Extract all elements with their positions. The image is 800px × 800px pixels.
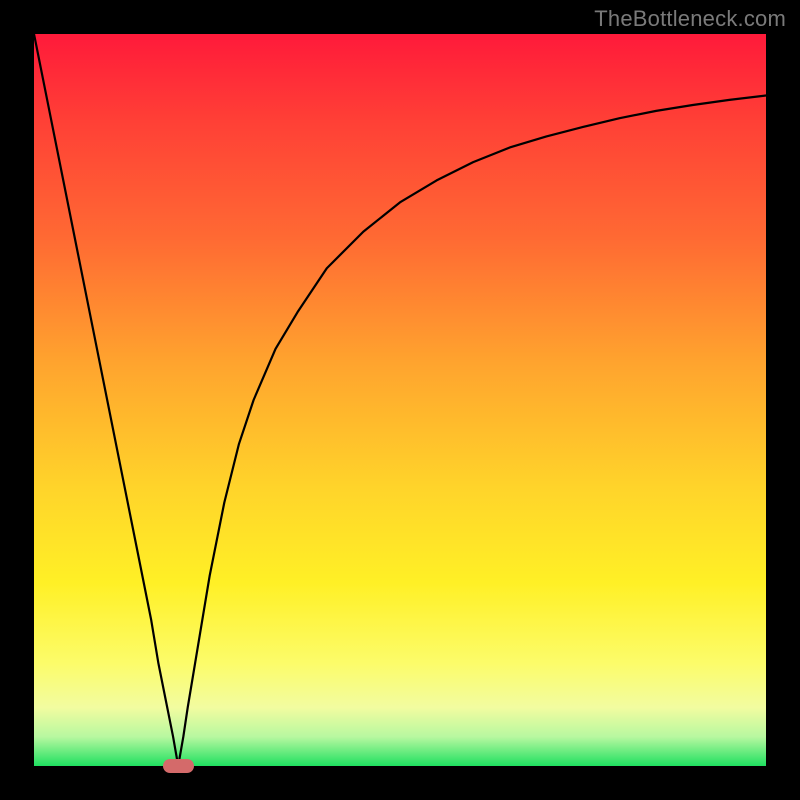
chart-frame: TheBottleneck.com bbox=[0, 0, 800, 800]
bottleneck-curve bbox=[34, 34, 766, 766]
plot-area bbox=[34, 34, 766, 766]
curve-path bbox=[34, 34, 766, 766]
watermark-text: TheBottleneck.com bbox=[594, 6, 786, 32]
minimum-marker bbox=[163, 759, 194, 773]
